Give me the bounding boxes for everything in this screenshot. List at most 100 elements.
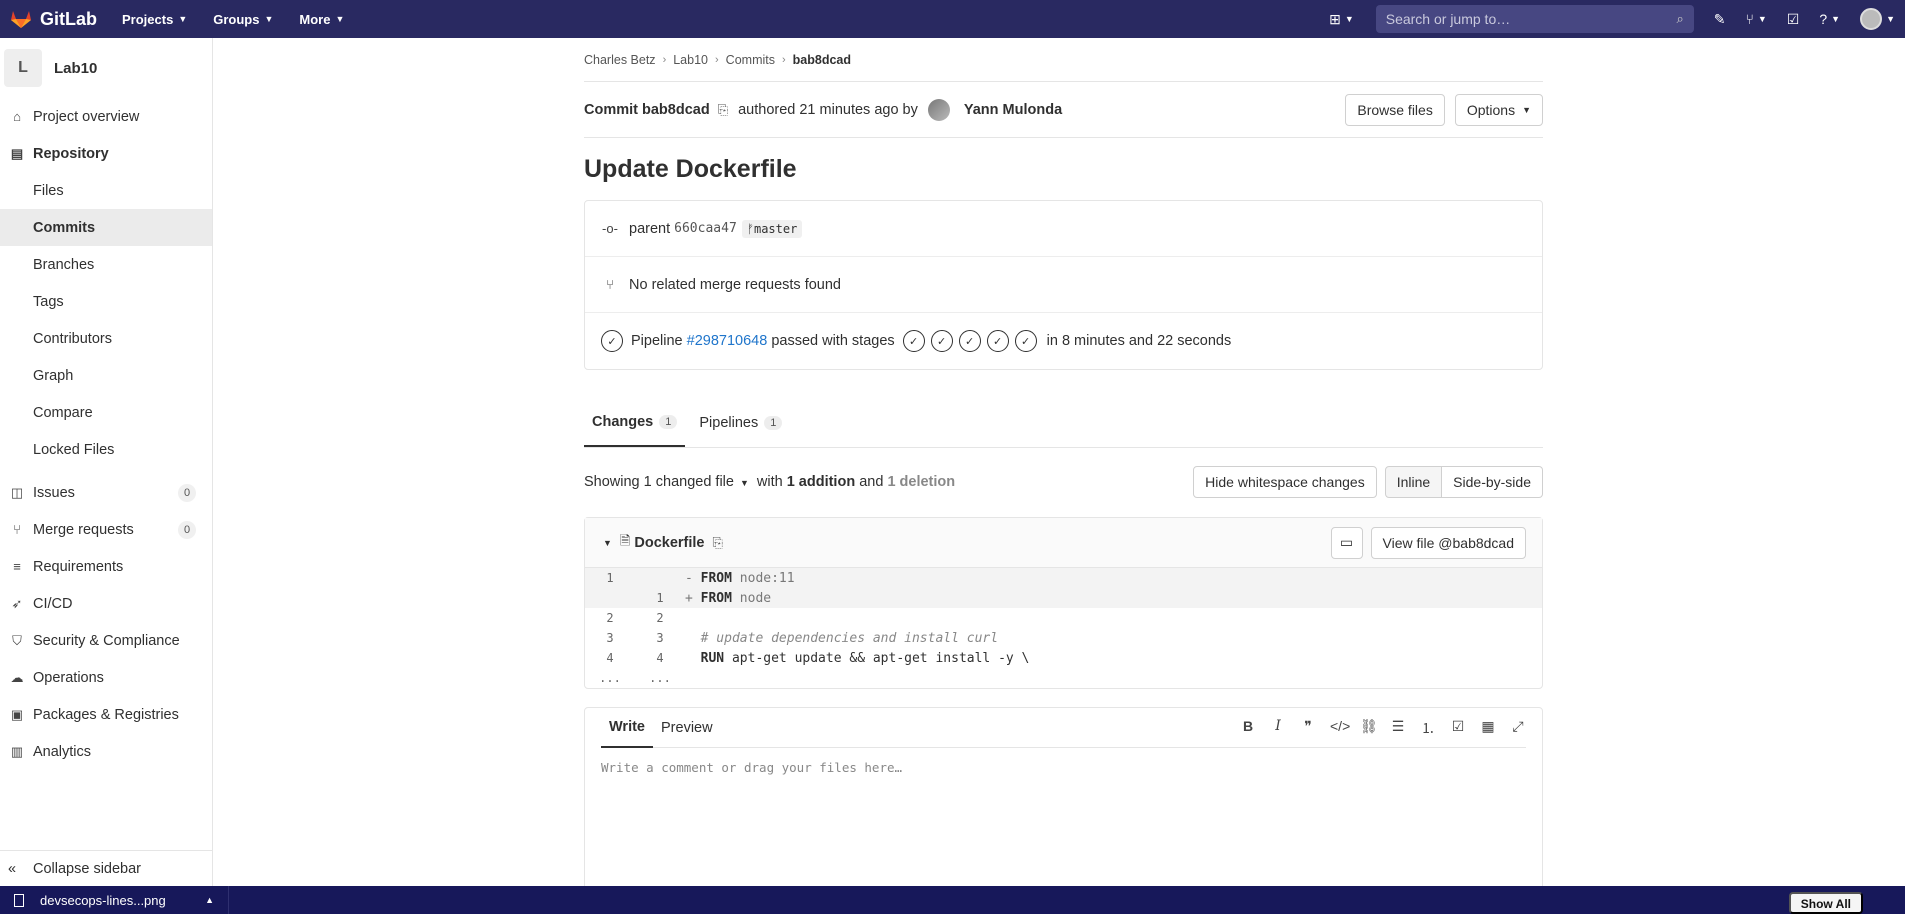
sidebar-item-security[interactable]: ⛉ Security & Compliance	[0, 622, 212, 659]
home-icon: ⌂	[13, 109, 21, 124]
author-avatar[interactable]	[927, 98, 950, 121]
view-file-button[interactable]: View file @bab8dcad	[1370, 526, 1526, 559]
sidebar-item-graph[interactable]: Graph	[0, 357, 212, 394]
sidebar-item-compare[interactable]: Compare	[0, 394, 212, 431]
sidebar-item-merge-requests[interactable]: ⑂ Merge requests 0	[0, 511, 212, 548]
new-line-number[interactable]: 2	[635, 608, 685, 628]
inline-view-button[interactable]: Inline	[1384, 466, 1443, 498]
issues-shortcut[interactable]: ✎	[1714, 11, 1726, 28]
hide-whitespace-button[interactable]: Hide whitespace changes	[1193, 466, 1377, 498]
nav-more[interactable]: More ▼	[299, 12, 344, 27]
old-line-number[interactable]: 4	[585, 648, 635, 668]
comment-textarea[interactable]	[601, 760, 1526, 880]
code-icon[interactable]: </>	[1330, 718, 1350, 738]
pipeline-link[interactable]: #298710648	[687, 333, 768, 349]
nav-projects[interactable]: Projects ▼	[122, 12, 187, 27]
chevron-down-icon: ▼	[1886, 14, 1895, 24]
tab-changes[interactable]: Changes 1	[584, 399, 686, 447]
pipeline-label: Pipeline	[631, 333, 683, 349]
search-box[interactable]: ⌕	[1375, 5, 1694, 33]
breadcrumb-current[interactable]: bab8dcad	[793, 53, 851, 67]
sidebar-item-issues[interactable]: ◫ Issues 0	[0, 474, 212, 511]
new-line-number[interactable]: 3	[635, 628, 685, 648]
new-line-number[interactable]: 4	[635, 648, 685, 668]
tab-write[interactable]: Write	[601, 708, 653, 748]
merge-requests-shortcut[interactable]: ⑂ ▼	[1745, 11, 1766, 27]
search-input[interactable]	[1385, 11, 1677, 27]
task-list-icon[interactable]: ☑	[1450, 718, 1466, 738]
changes-summary-bar: Showing 1 changed file ▼ with 1 addition …	[584, 448, 1543, 516]
new-item-dropdown[interactable]: ⊞ ▼	[1329, 11, 1354, 28]
parent-sha-link[interactable]: 660caa47	[674, 221, 737, 236]
diff-line: 1 - FROM node:11	[585, 568, 1542, 588]
breadcrumb-commits[interactable]: Commits	[726, 53, 775, 67]
breadcrumb-project[interactable]: Lab10	[673, 53, 708, 67]
stage-passed-icon[interactable]: ✓	[958, 330, 981, 352]
branch-tag[interactable]: ᚠmaster	[741, 219, 803, 238]
quote-icon[interactable]: ❞	[1300, 718, 1316, 738]
user-menu[interactable]: ▼	[1860, 8, 1895, 30]
side-by-side-button[interactable]: Side-by-side	[1442, 466, 1543, 498]
tab-preview[interactable]: Preview	[653, 708, 721, 748]
stage-passed-icon[interactable]: ✓	[902, 330, 925, 352]
diff-filename[interactable]: Dockerfile	[634, 535, 704, 551]
copy-path-icon[interactable]: ⎘	[713, 535, 723, 551]
sidebar-item-repository[interactable]: ▤ Repository	[0, 135, 212, 172]
file-icon	[14, 893, 24, 907]
diff-table: 1- FROM node:11 1 + FROM node 2 2 33 # updat…	[585, 568, 1542, 688]
collapse-sidebar-button[interactable]: « Collapse sidebar	[0, 850, 213, 886]
link-icon[interactable]: ⛓	[1360, 718, 1378, 738]
numbered-list-icon[interactable]: ⒈	[1420, 718, 1436, 738]
italic-icon[interactable]: I	[1270, 718, 1286, 738]
chart-icon: ▥	[10, 743, 24, 759]
sidebar-item-files[interactable]: Files	[0, 172, 212, 209]
browse-files-button[interactable]: Browse files	[1345, 93, 1445, 126]
sidebar-item-project-overview[interactable]: ⌂ Project overview	[0, 98, 212, 135]
old-line-number[interactable]: ...	[585, 668, 635, 688]
sidebar-item-branches[interactable]: Branches	[0, 246, 212, 283]
collapse-file-chevron-icon[interactable]: ▼	[603, 538, 612, 548]
sidebar-item-operations[interactable]: ☁ Operations	[0, 659, 212, 696]
gitlab-logo[interactable]: GitLab	[0, 9, 112, 30]
new-line-number[interactable]: ...	[635, 668, 685, 688]
sidebar-item-commits[interactable]: Commits	[0, 209, 212, 246]
download-item[interactable]: devsecops-lines...png ▲	[0, 886, 229, 914]
old-line-number[interactable]	[585, 588, 635, 608]
breadcrumb-owner[interactable]: Charles Betz	[584, 53, 656, 67]
copy-sha-icon[interactable]: ⎘	[718, 102, 728, 118]
stage-passed-icon[interactable]: ✓	[1014, 330, 1037, 352]
stage-passed-icon[interactable]: ✓	[930, 330, 953, 352]
project-header[interactable]: L Lab10	[0, 38, 212, 98]
old-line-number[interactable]: 2	[585, 608, 635, 628]
new-line-number[interactable]: 1	[635, 588, 685, 608]
tab-pipelines[interactable]: Pipelines 1	[691, 399, 790, 447]
sidebar-item-contributors[interactable]: Contributors	[0, 320, 212, 357]
old-line-number[interactable]: 3	[585, 628, 635, 648]
sidebar-item-locked-files[interactable]: Locked Files	[0, 431, 212, 468]
sidebar-item-requirements[interactable]: ≡ Requirements	[0, 548, 212, 585]
sidebar-item-analytics[interactable]: ▥ Analytics	[0, 733, 212, 770]
sidebar-item-tags[interactable]: Tags	[0, 283, 212, 320]
changed-files-dropdown[interactable]: 1 changed file ▼	[644, 474, 757, 490]
old-line-number[interactable]: 1	[585, 568, 635, 588]
bold-icon[interactable]: B	[1240, 718, 1256, 738]
stage-passed-icon[interactable]: ✓	[986, 330, 1009, 352]
new-line-number[interactable]	[635, 568, 685, 588]
fullscreen-icon[interactable]: ⤢	[1510, 718, 1526, 738]
table-icon[interactable]: ▦	[1480, 718, 1496, 738]
help-dropdown[interactable]: ? ▼	[1819, 11, 1840, 27]
author-name[interactable]: Yann Mulonda	[964, 102, 1062, 118]
bullet-list-icon[interactable]: ☰	[1390, 718, 1406, 738]
sidebar-item-packages[interactable]: ▣ Packages & Registries	[0, 696, 212, 733]
sidebar-item-cicd[interactable]: ➶ CI/CD	[0, 585, 212, 622]
changes-count-badge: 1	[659, 415, 678, 429]
commit-info-box: -o- parent 660caa47 ᚠmaster ⑂ No related…	[584, 200, 1543, 370]
brand-name: GitLab	[40, 8, 97, 29]
options-dropdown[interactable]: Options ▼	[1454, 93, 1543, 126]
todos-shortcut[interactable]: ☑	[1787, 11, 1800, 28]
commit-label: Commit bab8dcad	[584, 101, 710, 118]
nav-groups[interactable]: Groups ▼	[213, 12, 273, 27]
pipeline-status-icon[interactable]: ✓	[601, 330, 623, 352]
toggle-comments-button[interactable]: ▭	[1330, 526, 1363, 559]
show-all-button[interactable]: Show All	[1788, 892, 1863, 914]
